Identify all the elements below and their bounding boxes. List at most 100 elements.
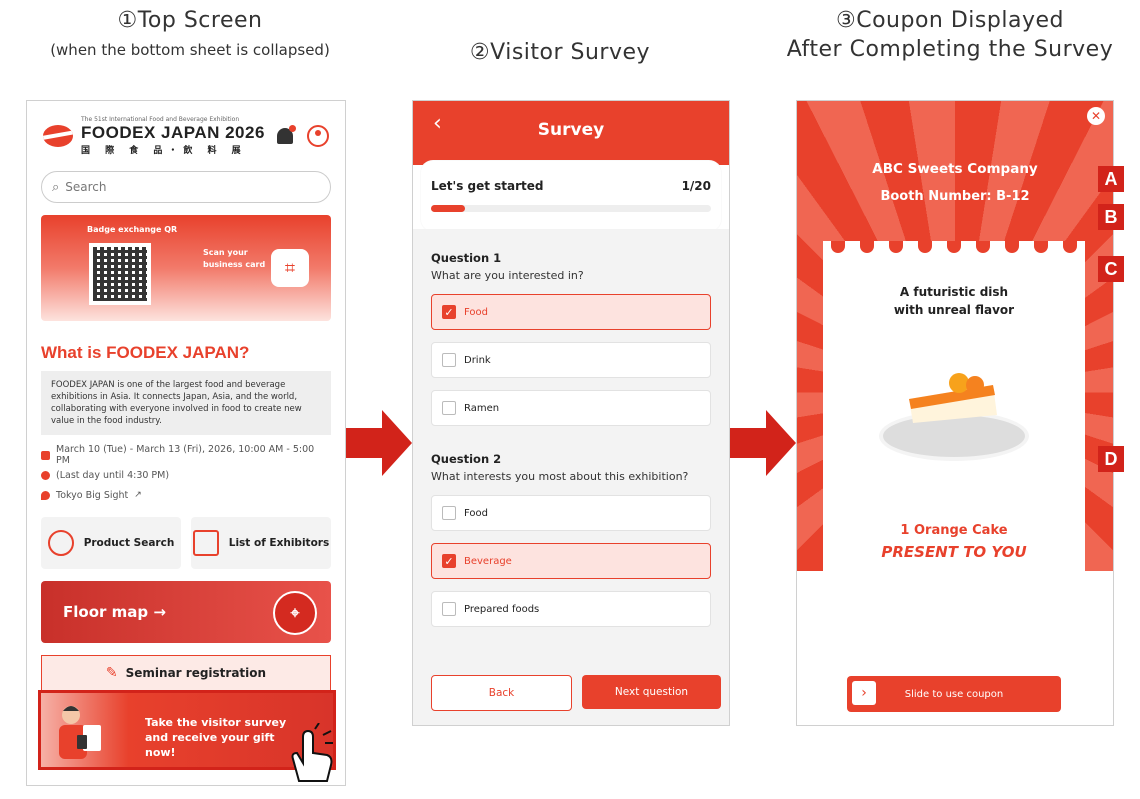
profile-icon[interactable] — [307, 125, 329, 147]
prize-text: 1 Orange Cake — [900, 523, 1008, 538]
badge-qr-code[interactable] — [89, 243, 151, 305]
coupon-scallop-edge — [823, 241, 1085, 253]
search-placeholder: Search — [65, 180, 107, 194]
foodex-logo: The 51st International Food and Beverage… — [43, 116, 265, 156]
dish-description-line1: A futuristic dish — [899, 285, 1009, 299]
badge-exchange-label: Badge exchange QR — [87, 225, 178, 234]
product-search-icon — [47, 530, 74, 556]
coupon-screen: ✕ ABC Sweets Company Booth Number: B-12 … — [796, 100, 1114, 726]
q1-option-label: Ramen — [464, 402, 500, 414]
floor-map-label: Floor map → — [63, 603, 166, 621]
survey-banner-text: Take the visitor survey and receive your… — [145, 716, 287, 759]
next-question-button[interactable]: Next question — [582, 675, 721, 709]
q1-option[interactable]: Drink — [431, 342, 711, 378]
event-venue[interactable]: Tokyo Big Sight ↗ — [41, 485, 331, 505]
q2-option-label: Food — [464, 507, 488, 519]
q2-option-label: Prepared foods — [464, 603, 540, 615]
seminar-registration-button[interactable]: ✎ Seminar registration — [41, 655, 331, 691]
seminar-form-icon: ✎ — [105, 665, 118, 681]
slide-chevron-icon[interactable]: › — [852, 681, 876, 705]
exhibitor-company-name: ABC Sweets Company — [872, 161, 1038, 177]
q2-option-label: Beverage — [464, 555, 512, 567]
marker-c: C — [1098, 256, 1124, 282]
map-pin-icon: ⌖ — [273, 591, 317, 635]
booth-number: Booth Number: B-12 — [880, 189, 1030, 204]
dish-description-line2: with unreal flavor — [893, 303, 1015, 317]
slide-to-use-coupon[interactable]: › Slide to use coupon — [847, 676, 1061, 712]
last-day-text: (Last day until 4:30 PM) — [56, 469, 170, 481]
logo-title: FOODEX JAPAN 2026 — [81, 123, 265, 142]
app-header: The 51st International Food and Beverage… — [27, 101, 345, 171]
about-heading: What is FOODEX JAPAN? — [41, 343, 250, 362]
calendar-icon — [41, 450, 50, 460]
q2-option[interactable]: ✓ Beverage — [431, 543, 711, 579]
venue-text: Tokyo Big Sight — [56, 489, 129, 501]
logo-tagline: The 51st International Food and Beverage… — [81, 116, 240, 123]
seminar-registration-label: Seminar registration — [125, 666, 267, 680]
search-input[interactable]: ⌕ Search — [41, 171, 331, 203]
q1-option-label: Food — [464, 306, 488, 318]
qr-scan-icon: ⌗ — [284, 257, 296, 279]
product-search-label: Product Search — [83, 537, 175, 549]
survey-progress-card: Let's get started 1/20 — [421, 161, 721, 231]
person-with-phone-illustration — [59, 706, 101, 759]
checkbox-checked-icon[interactable]: ✓ — [442, 305, 456, 319]
screen3-title-line1: ③Coupon Displayed — [836, 8, 1064, 33]
notification-dot — [289, 125, 296, 132]
about-description: FOODEX JAPAN is one of the largest food … — [41, 371, 331, 435]
screen2-caption: ②Visitor Survey — [400, 40, 720, 65]
screen1-title: ①Top Screen — [117, 8, 263, 33]
question1-text: What are you interested in? — [431, 269, 584, 282]
event-date: March 10 (Tue) - March 13 (Fri), 2026, 1… — [41, 444, 331, 466]
marker-b: B — [1098, 204, 1124, 230]
foodex-logo-mark — [43, 125, 73, 147]
location-pin-icon — [41, 490, 50, 500]
external-link-icon: ↗ — [134, 490, 142, 500]
survey-title: Survey — [537, 120, 605, 140]
close-icon[interactable]: ✕ — [1087, 107, 1105, 125]
progress-count: 1/20 — [681, 179, 711, 193]
slide-label: Slide to use coupon — [904, 688, 1004, 700]
marker-a: A — [1098, 166, 1124, 192]
visitor-survey-banner[interactable]: Take the visitor survey and receive your… — [38, 690, 336, 782]
floor-map-button[interactable]: Floor map → ⌖ — [41, 581, 331, 643]
progress-label: Let's get started — [431, 179, 544, 193]
event-last-day: (Last day until 4:30 PM) — [41, 465, 331, 485]
tap-hand-icon — [291, 723, 333, 782]
checkbox-icon[interactable] — [442, 401, 456, 415]
q2-option[interactable]: Prepared foods — [431, 591, 711, 627]
screen1-caption: ①Top Screen (when the bottom sheet is co… — [0, 8, 380, 59]
notification-bell-icon[interactable] — [277, 125, 296, 144]
event-date-text: March 10 (Tue) - March 13 (Fri), 2026, 1… — [56, 444, 315, 466]
logo-japanese: 国 際 食 品・飲 料 展 — [81, 146, 247, 156]
checkbox-icon[interactable] — [442, 602, 456, 616]
question2-text: What interests you most about this exhib… — [431, 470, 689, 483]
screen2-title: ②Visitor Survey — [469, 40, 651, 65]
q1-option[interactable]: ✓ Food — [431, 294, 711, 330]
question1-heading: Question 1 — [431, 251, 502, 265]
clock-icon — [41, 470, 50, 480]
scan-card-button[interactable]: ⌗ — [271, 249, 309, 287]
present-to-you-text: PRESENT TO YOU — [881, 543, 1027, 561]
marker-d: D — [1098, 446, 1124, 472]
checkbox-icon[interactable] — [442, 506, 456, 520]
checkbox-icon[interactable] — [442, 353, 456, 367]
q1-option[interactable]: Ramen — [431, 390, 711, 426]
screen3-caption: ③Coupon Displayed After Completing the S… — [760, 8, 1140, 62]
back-chevron-icon[interactable]: ‹ — [433, 111, 442, 136]
product-search-button[interactable]: Product Search — [41, 517, 181, 569]
badge-exchange-card[interactable]: Badge exchange QR Scan your business car… — [41, 215, 331, 321]
survey-header: ‹ Survey — [413, 101, 729, 159]
top-screen: The 51st International Food and Beverage… — [26, 100, 346, 786]
exhibitors-list-button[interactable]: List of Exhibitors — [191, 517, 331, 569]
question2-heading: Question 2 — [431, 452, 502, 466]
orange-cake-illustration — [909, 373, 997, 423]
survey-screen: ‹ Survey Let's get started 1/20 Question… — [412, 100, 730, 726]
q1-option-label: Drink — [464, 354, 491, 366]
back-button[interactable]: Back — [431, 675, 572, 711]
q2-option[interactable]: Food — [431, 495, 711, 531]
progress-bar — [431, 205, 711, 212]
checkbox-checked-icon[interactable]: ✓ — [442, 554, 456, 568]
search-icon: ⌕ — [52, 179, 60, 195]
exhibitor-booth-icon — [192, 530, 219, 556]
